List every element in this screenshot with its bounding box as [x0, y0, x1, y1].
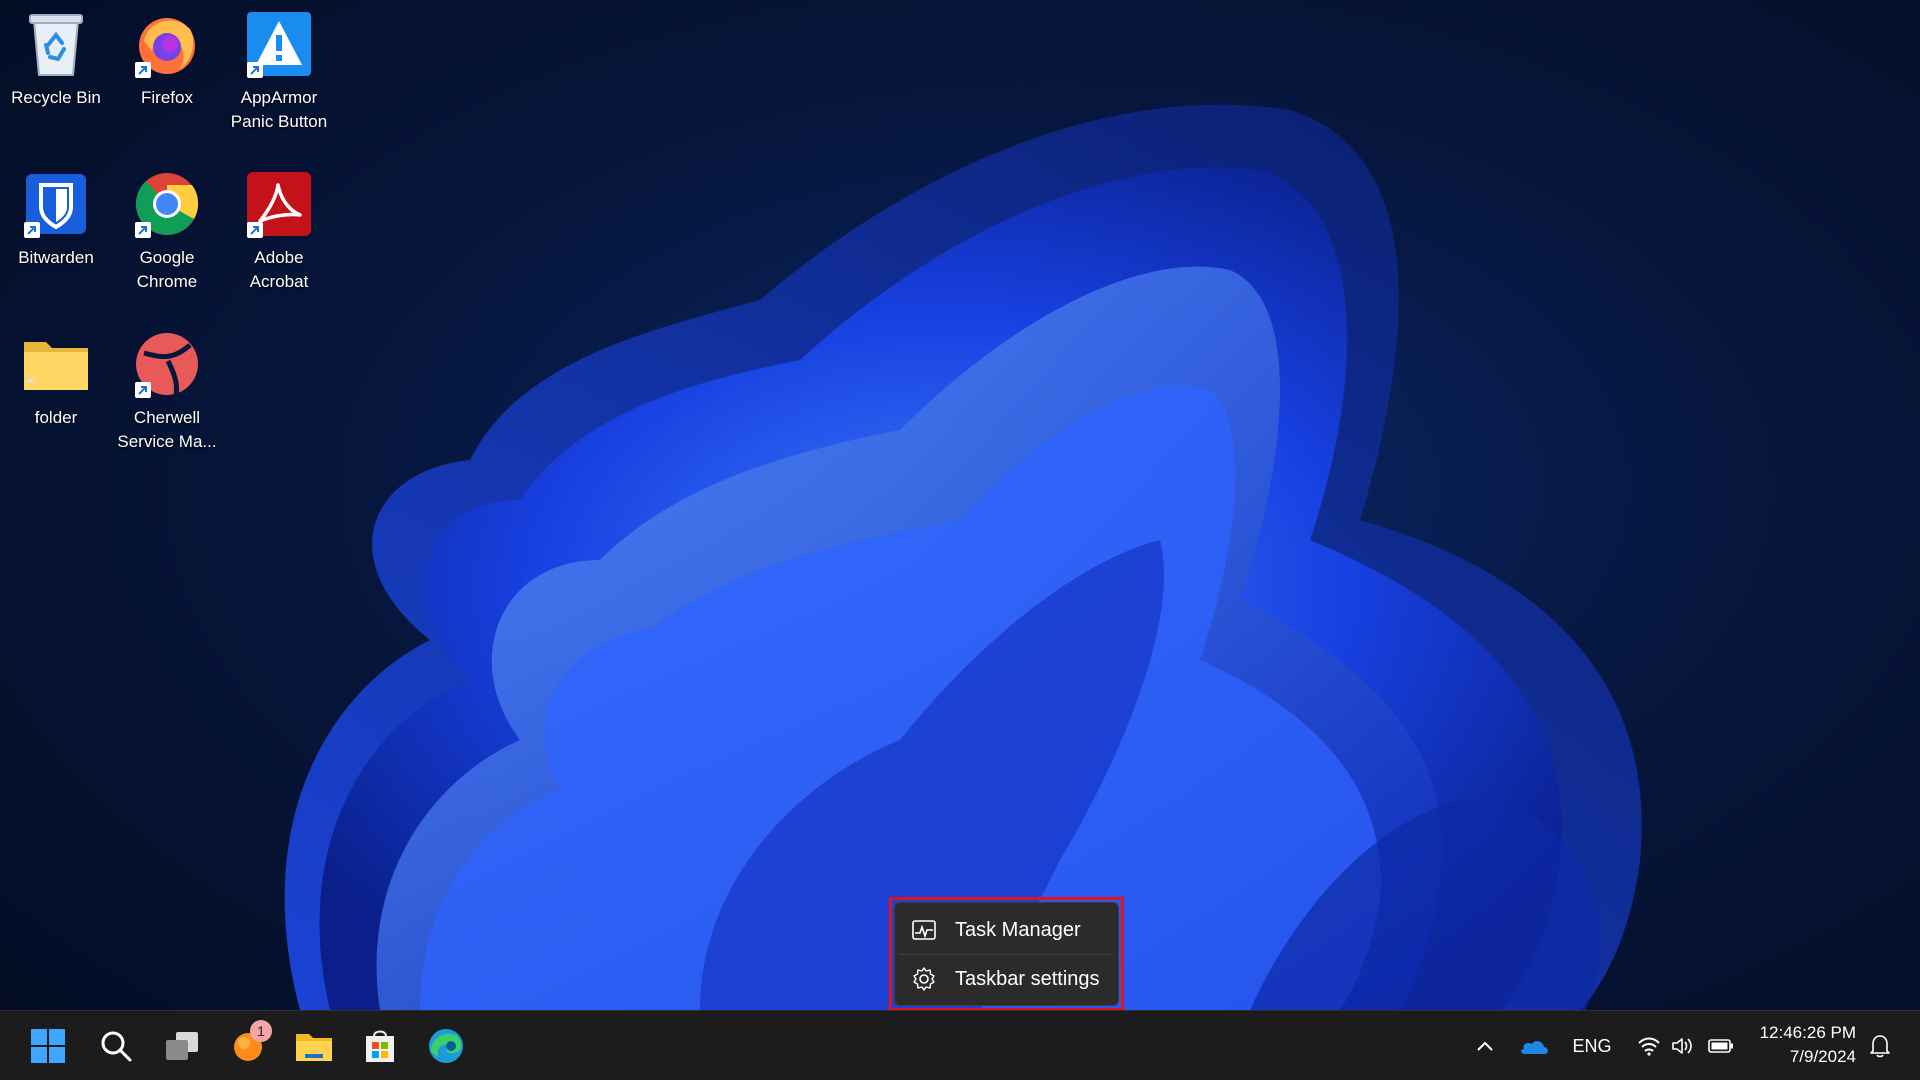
shortcut-arrow-icon	[247, 62, 263, 78]
desktop[interactable]: Recycle Bin Firefox AppArmor Panic Butto…	[0, 0, 1920, 1080]
file-explorer-icon	[296, 1034, 332, 1061]
desktop-icon-label: folder	[34, 408, 78, 427]
desktop-icon-folder[interactable]: folder	[2, 328, 110, 430]
edge-icon	[429, 1029, 463, 1063]
microsoft-store-button[interactable]	[356, 1022, 404, 1070]
menu-item-task-manager[interactable]: Task Manager	[895, 906, 1118, 954]
shortcut-arrow-icon	[135, 222, 151, 238]
edge-button[interactable]	[422, 1022, 470, 1070]
onedrive-icon	[1521, 1041, 1548, 1054]
bell-icon	[1870, 1035, 1890, 1058]
desktop-icon-bitwarden[interactable]: Bitwarden	[2, 168, 110, 270]
file-explorer-button[interactable]	[290, 1022, 338, 1070]
shortcut-arrow-icon	[135, 62, 151, 78]
taskbar[interactable]: 1 ENG 12:46:26 PM 7/9/2024	[0, 1010, 1920, 1080]
wallpaper-bloom	[284, 104, 1642, 1010]
clock-time: 12:46:26 PM	[1759, 1023, 1856, 1042]
desktop-icon-adobe-acrobat[interactable]: Adobe Acrobat	[225, 168, 333, 294]
shortcut-arrow-icon	[135, 382, 151, 398]
chevron-up-icon	[1477, 1041, 1493, 1051]
cherwell-icon	[131, 328, 203, 400]
desktop-icon-apparmor[interactable]: AppArmor Panic Button	[225, 8, 333, 134]
onedrive-button[interactable]	[1516, 1011, 1552, 1080]
bitwarden-icon	[20, 168, 92, 240]
desktop-icon-label: Bitwarden	[18, 248, 94, 267]
desktop-icon-label: Google Chrome	[136, 248, 198, 291]
show-hidden-icons-button[interactable]	[1470, 1011, 1500, 1080]
volume-button[interactable]	[1668, 1011, 1698, 1080]
task-view-icon	[166, 1032, 198, 1060]
task-view-button[interactable]	[158, 1022, 206, 1070]
wifi-icon	[1638, 1037, 1660, 1056]
shortcut-arrow-icon	[247, 222, 263, 238]
desktop-icon-recycle-bin[interactable]: Recycle Bin	[2, 8, 110, 110]
desktop-icon-label: Adobe Acrobat	[249, 248, 309, 291]
recycle-bin-icon	[20, 8, 92, 80]
acrobat-icon	[243, 168, 315, 240]
desktop-icon-google-chrome[interactable]: Google Chrome	[113, 168, 221, 294]
desktop-icon-label: AppArmor Panic Button	[230, 88, 328, 131]
taskbar-context-menu: Task Manager Taskbar settings	[894, 902, 1119, 1006]
desktop-icon-label: Recycle Bin	[11, 88, 101, 107]
battery-button[interactable]	[1704, 1011, 1738, 1080]
desktop-icon-cherwell[interactable]: Cherwell Service Ma...	[113, 328, 221, 454]
gear-icon	[913, 967, 935, 991]
battery-icon	[1708, 1039, 1733, 1053]
search-button[interactable]	[92, 1022, 140, 1070]
windows-start-icon	[31, 1029, 65, 1063]
desktop-icon-label: Cherwell Service Ma...	[117, 408, 217, 451]
notifications-button[interactable]	[1864, 1011, 1896, 1080]
language-indicator[interactable]: ENG	[1566, 1011, 1618, 1080]
menu-item-taskbar-settings[interactable]: Taskbar settings	[895, 955, 1118, 1003]
desktop-icon-firefox[interactable]: Firefox	[113, 8, 221, 110]
volume-icon	[1672, 1038, 1692, 1054]
menu-item-label: Task Manager	[955, 918, 1081, 941]
task-manager-icon	[912, 920, 936, 940]
wifi-button[interactable]	[1634, 1011, 1664, 1080]
apparmor-icon	[243, 8, 315, 80]
clock[interactable]: 12:46:26 PM 7/9/2024	[1760, 1021, 1856, 1069]
clock-date: 7/9/2024	[1789, 1047, 1856, 1066]
folder-icon	[20, 328, 92, 400]
microsoft-store-icon	[366, 1030, 394, 1062]
search-icon	[101, 1031, 132, 1062]
shortcut-arrow-icon	[24, 222, 40, 238]
start-button[interactable]	[24, 1022, 72, 1070]
notification-badge: 1	[250, 1020, 272, 1042]
desktop-icon-label: Firefox	[141, 88, 193, 107]
menu-item-label: Taskbar settings	[955, 967, 1100, 990]
chrome-icon	[131, 168, 203, 240]
firefox-icon	[131, 8, 203, 80]
taskbar-app-orange[interactable]: 1	[224, 1020, 272, 1070]
